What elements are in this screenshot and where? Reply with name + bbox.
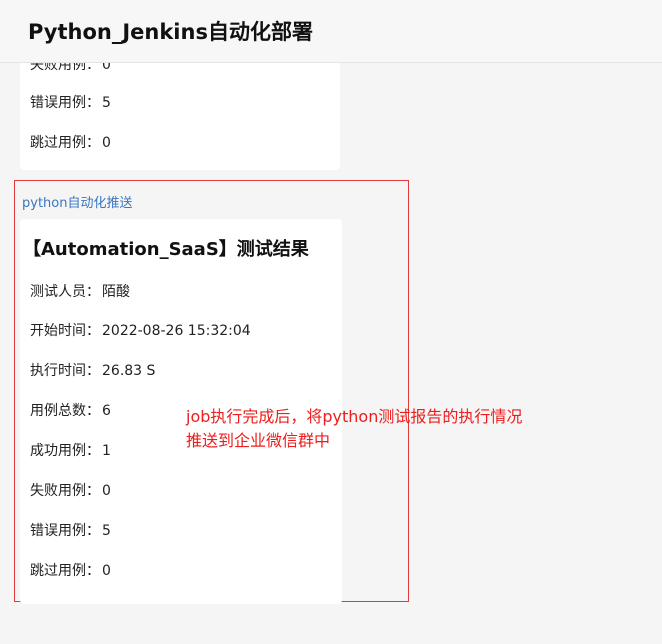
row-label: 失败用例： [30, 483, 100, 499]
row-failed-cases: 失败用例： 0 [30, 480, 111, 500]
app-header: Python_Jenkins自动化部署 [0, 0, 662, 63]
row-skipped-cases: 跳过用例： 0 [30, 132, 111, 152]
row-label: 跳过用例： [30, 135, 100, 151]
row-label: 测试人员： [30, 284, 100, 300]
row-label: 错误用例： [30, 523, 100, 539]
row-exec-time: 执行时间： 26.83 S [30, 360, 155, 380]
row-value: 0 [102, 135, 111, 151]
row-start-time: 开始时间： 2022-08-26 15:32:04 [30, 320, 251, 340]
row-error-cases: 错误用例： 5 [30, 92, 111, 112]
message-title: 【Automation_SaaS】测试结果 [23, 239, 309, 260]
annotation-line-2: 推送到企业微信群中 [186, 431, 331, 450]
row-value: 6 [102, 403, 111, 419]
row-value: 0 [102, 483, 111, 499]
row-value: 0 [102, 563, 111, 579]
page: Python_Jenkins自动化部署 失败用例： 0 错误用例： 5 跳过用例： 0… [0, 0, 662, 644]
row-value: 5 [102, 95, 111, 111]
row-label: 错误用例： [30, 95, 100, 111]
row-value: 26.83 S [102, 363, 156, 379]
row-total-cases: 用例总数： 6 [30, 400, 111, 420]
page-title: Python_Jenkins自动化部署 [28, 20, 313, 44]
row-value: 2022-08-26 15:32:04 [102, 323, 251, 339]
row-success-cases: 成功用例： 1 [30, 440, 111, 460]
row-label: 开始时间： [30, 323, 100, 339]
annotation-note: job执行完成后，将python测试报告的执行情况 推送到企业微信群中 [186, 405, 522, 453]
row-label: 成功用例： [30, 443, 100, 459]
highlighted-message: python自动化推送 【Automation_SaaS】测试结果 测试人员：陌… [14, 180, 409, 604]
row-label: 跳过用例： [30, 563, 100, 579]
row-tester: 测试人员： 陌酸 [30, 281, 130, 301]
row-label: 执行时间： [30, 363, 100, 379]
row-skipped-cases: 跳过用例： 0 [30, 560, 111, 580]
annotation-line-1: job执行完成后，将python测试报告的执行情况 [186, 407, 523, 426]
row-value: 1 [102, 443, 111, 459]
message-sender-name[interactable]: python自动化推送 [22, 192, 132, 211]
row-label: 用例总数： [30, 403, 100, 419]
row-error-cases: 错误用例： 5 [30, 520, 111, 540]
row-value: 5 [102, 523, 111, 539]
row-value: 陌酸 [102, 284, 130, 300]
